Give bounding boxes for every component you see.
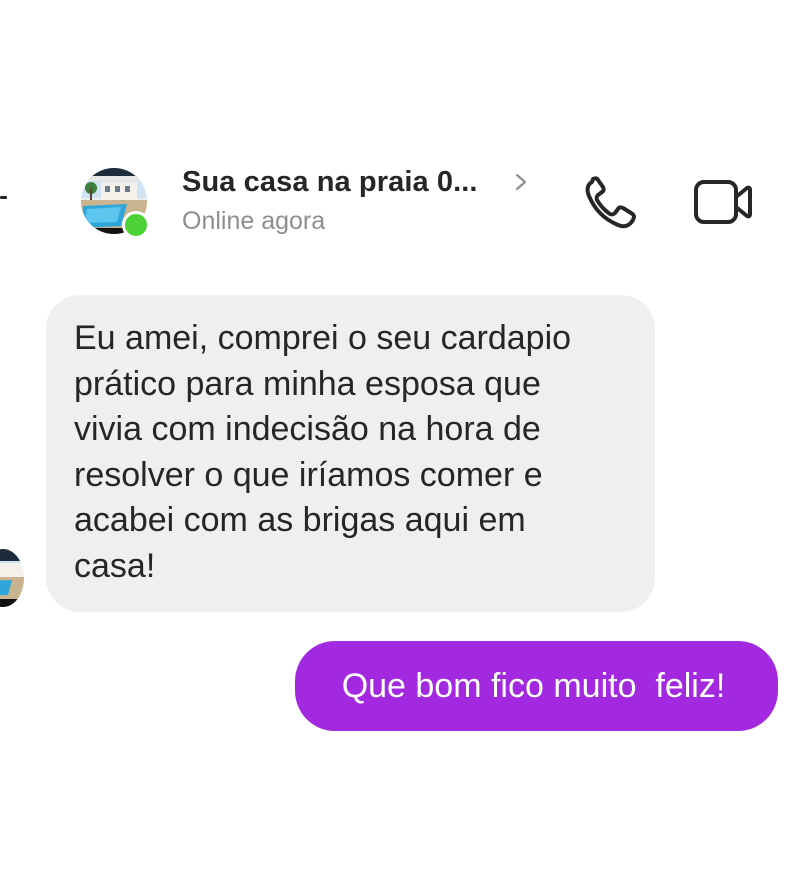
chevron-right-icon[interactable] [512, 171, 530, 193]
video-camera-icon[interactable] [692, 176, 754, 228]
back-arrow-icon[interactable] [0, 196, 7, 199]
sender-avatar[interactable] [0, 549, 24, 607]
contact-name[interactable]: Sua casa na praia 0... [182, 166, 478, 199]
online-status-dot [122, 211, 150, 239]
outgoing-message[interactable]: Que bom fico muito feliz! [295, 641, 778, 731]
pool-photo-icon [0, 549, 24, 607]
incoming-message[interactable]: Eu amei, comprei o seu cardapio prático … [46, 295, 655, 612]
phone-icon[interactable] [582, 173, 640, 231]
online-status-text: Online agora [182, 207, 326, 235]
